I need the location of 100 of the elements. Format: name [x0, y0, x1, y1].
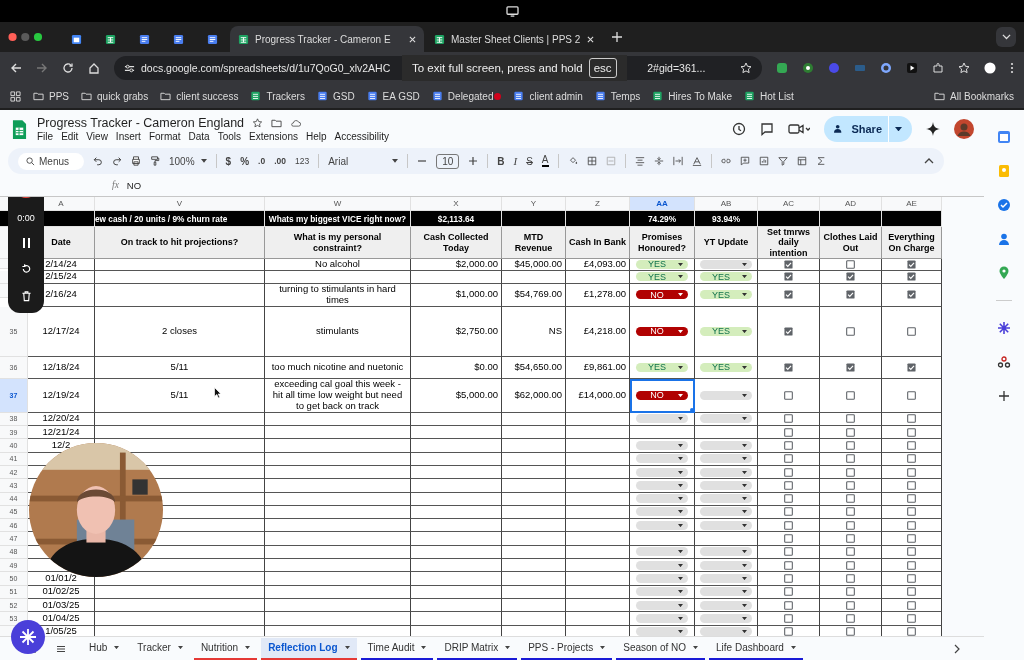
- align-icon[interactable]: [634, 156, 645, 166]
- restart-icon[interactable]: [20, 263, 32, 276]
- history-icon[interactable]: [732, 122, 747, 136]
- checkbox[interactable]: [907, 441, 916, 450]
- font-dropdown[interactable]: Arial: [328, 155, 399, 167]
- contacts-icon[interactable]: [997, 232, 1011, 246]
- share-button[interactable]: Share: [824, 116, 912, 142]
- filter-icon[interactable]: [777, 156, 788, 166]
- checkbox[interactable]: [907, 272, 916, 282]
- chart-icon[interactable]: [758, 156, 769, 166]
- dropdown-chip[interactable]: YES: [636, 272, 688, 282]
- menu-item[interactable]: Data: [188, 131, 210, 142]
- dropdown-chip[interactable]: NO: [636, 390, 688, 400]
- comment-icon[interactable]: [760, 122, 775, 136]
- column-header[interactable]: AB: [695, 197, 758, 211]
- bookmark[interactable]: Delegated: [431, 90, 502, 102]
- floating-sparkle-overlay[interactable]: [11, 620, 45, 654]
- checkbox[interactable]: [846, 560, 855, 570]
- checkbox[interactable]: [846, 587, 855, 597]
- dropdown-chip[interactable]: YES: [700, 272, 752, 282]
- tab-search-button[interactable]: [996, 27, 1016, 47]
- column-header[interactable]: AA: [630, 197, 695, 211]
- column-header[interactable]: W: [265, 197, 411, 211]
- checkbox[interactable]: [907, 613, 916, 623]
- checkbox[interactable]: [846, 507, 855, 517]
- puzzle-icon[interactable]: [932, 62, 944, 74]
- sparkle-icon[interactable]: [926, 122, 940, 136]
- strikethrough-button[interactable]: S: [526, 155, 533, 167]
- percent-button[interactable]: %: [240, 155, 250, 167]
- checkbox[interactable]: [846, 259, 855, 269]
- checkbox[interactable]: [907, 454, 916, 464]
- sparkle-icon[interactable]: [997, 321, 1011, 335]
- close-icon[interactable]: [409, 35, 416, 43]
- dropdown-chip[interactable]: YES: [636, 362, 688, 372]
- checkbox[interactable]: [784, 326, 793, 336]
- text-color-button[interactable]: A: [541, 155, 549, 167]
- sheet-tab[interactable]: Tracker: [130, 637, 190, 660]
- number-format-button[interactable]: 123: [294, 156, 310, 166]
- bookmark[interactable]: quick grabs: [81, 90, 149, 102]
- bookmark[interactable]: Temps: [594, 90, 641, 102]
- webhook-icon[interactable]: [997, 355, 1011, 369]
- checkbox[interactable]: [846, 480, 855, 490]
- checkbox[interactable]: [784, 259, 793, 269]
- dropdown-chip[interactable]: YES: [700, 290, 752, 300]
- checkbox[interactable]: [846, 573, 855, 583]
- checkbox[interactable]: [784, 627, 793, 636]
- undo-icon[interactable]: [93, 156, 103, 166]
- bookmark[interactable]: PPS: [33, 90, 69, 102]
- menu-icon[interactable]: [56, 643, 66, 654]
- bookmark[interactable]: GSD: [316, 90, 355, 102]
- home-icon[interactable]: [88, 62, 100, 74]
- back-icon[interactable]: [10, 62, 22, 74]
- checkbox[interactable]: [907, 627, 916, 636]
- checkbox[interactable]: [907, 534, 916, 544]
- checkbox[interactable]: [907, 587, 916, 597]
- dropdown-chip[interactable]: NO: [636, 290, 688, 300]
- pause-icon[interactable]: [20, 236, 32, 249]
- checkbox[interactable]: [784, 390, 793, 400]
- menu-search-field[interactable]: Menus: [18, 152, 84, 170]
- plus-icon[interactable]: [468, 156, 479, 166]
- checkbox[interactable]: [907, 480, 916, 490]
- browser-tab[interactable]: Master Sheet Clients | PPS 2: [426, 26, 602, 52]
- checkbox[interactable]: [784, 600, 793, 610]
- checkbox[interactable]: [784, 272, 793, 282]
- menu-item[interactable]: Tools: [217, 131, 242, 142]
- dropdown-chip[interactable]: YES: [700, 362, 752, 372]
- checkbox[interactable]: [846, 534, 855, 544]
- new-tab-icon[interactable]: [612, 32, 622, 42]
- fill-color-icon[interactable]: [567, 156, 578, 166]
- apps-grid-icon[interactable]: [10, 90, 21, 102]
- column-header[interactable]: Z: [566, 197, 630, 211]
- close-icon[interactable]: [587, 35, 594, 43]
- checkbox[interactable]: [846, 326, 855, 336]
- trash-icon[interactable]: [20, 289, 32, 302]
- checkbox[interactable]: [907, 520, 916, 530]
- column-header[interactable]: AC: [758, 197, 820, 211]
- checkbox[interactable]: [907, 390, 916, 400]
- checkbox[interactable]: [846, 441, 855, 450]
- print-icon[interactable]: [131, 156, 141, 166]
- decrease-decimals-button[interactable]: .0: [258, 156, 266, 166]
- extension-icon[interactable]: [880, 62, 892, 74]
- link-icon[interactable]: [720, 156, 731, 166]
- reload-icon[interactable]: [62, 62, 74, 74]
- checkbox[interactable]: [784, 454, 793, 464]
- bookmark-star-icon[interactable]: [740, 62, 752, 74]
- bookmark[interactable]: client admin: [513, 90, 583, 102]
- increase-decimals-button[interactable]: .00: [274, 156, 286, 166]
- currency-button[interactable]: $: [225, 155, 232, 167]
- checkbox[interactable]: [846, 272, 855, 282]
- checkbox[interactable]: [846, 613, 855, 623]
- checkbox[interactable]: [784, 547, 793, 557]
- chevron-right-icon[interactable]: [952, 643, 962, 654]
- checkbox[interactable]: [846, 390, 855, 400]
- italic-button[interactable]: I: [513, 155, 518, 167]
- play-icon[interactable]: [906, 62, 918, 74]
- checkbox[interactable]: [846, 520, 855, 530]
- document-title[interactable]: Progress Tracker - Cameron England: [37, 116, 245, 130]
- bookmarks-star-icon[interactable]: [958, 62, 970, 74]
- checkbox[interactable]: [907, 326, 916, 336]
- plus-icon[interactable]: [997, 389, 1011, 403]
